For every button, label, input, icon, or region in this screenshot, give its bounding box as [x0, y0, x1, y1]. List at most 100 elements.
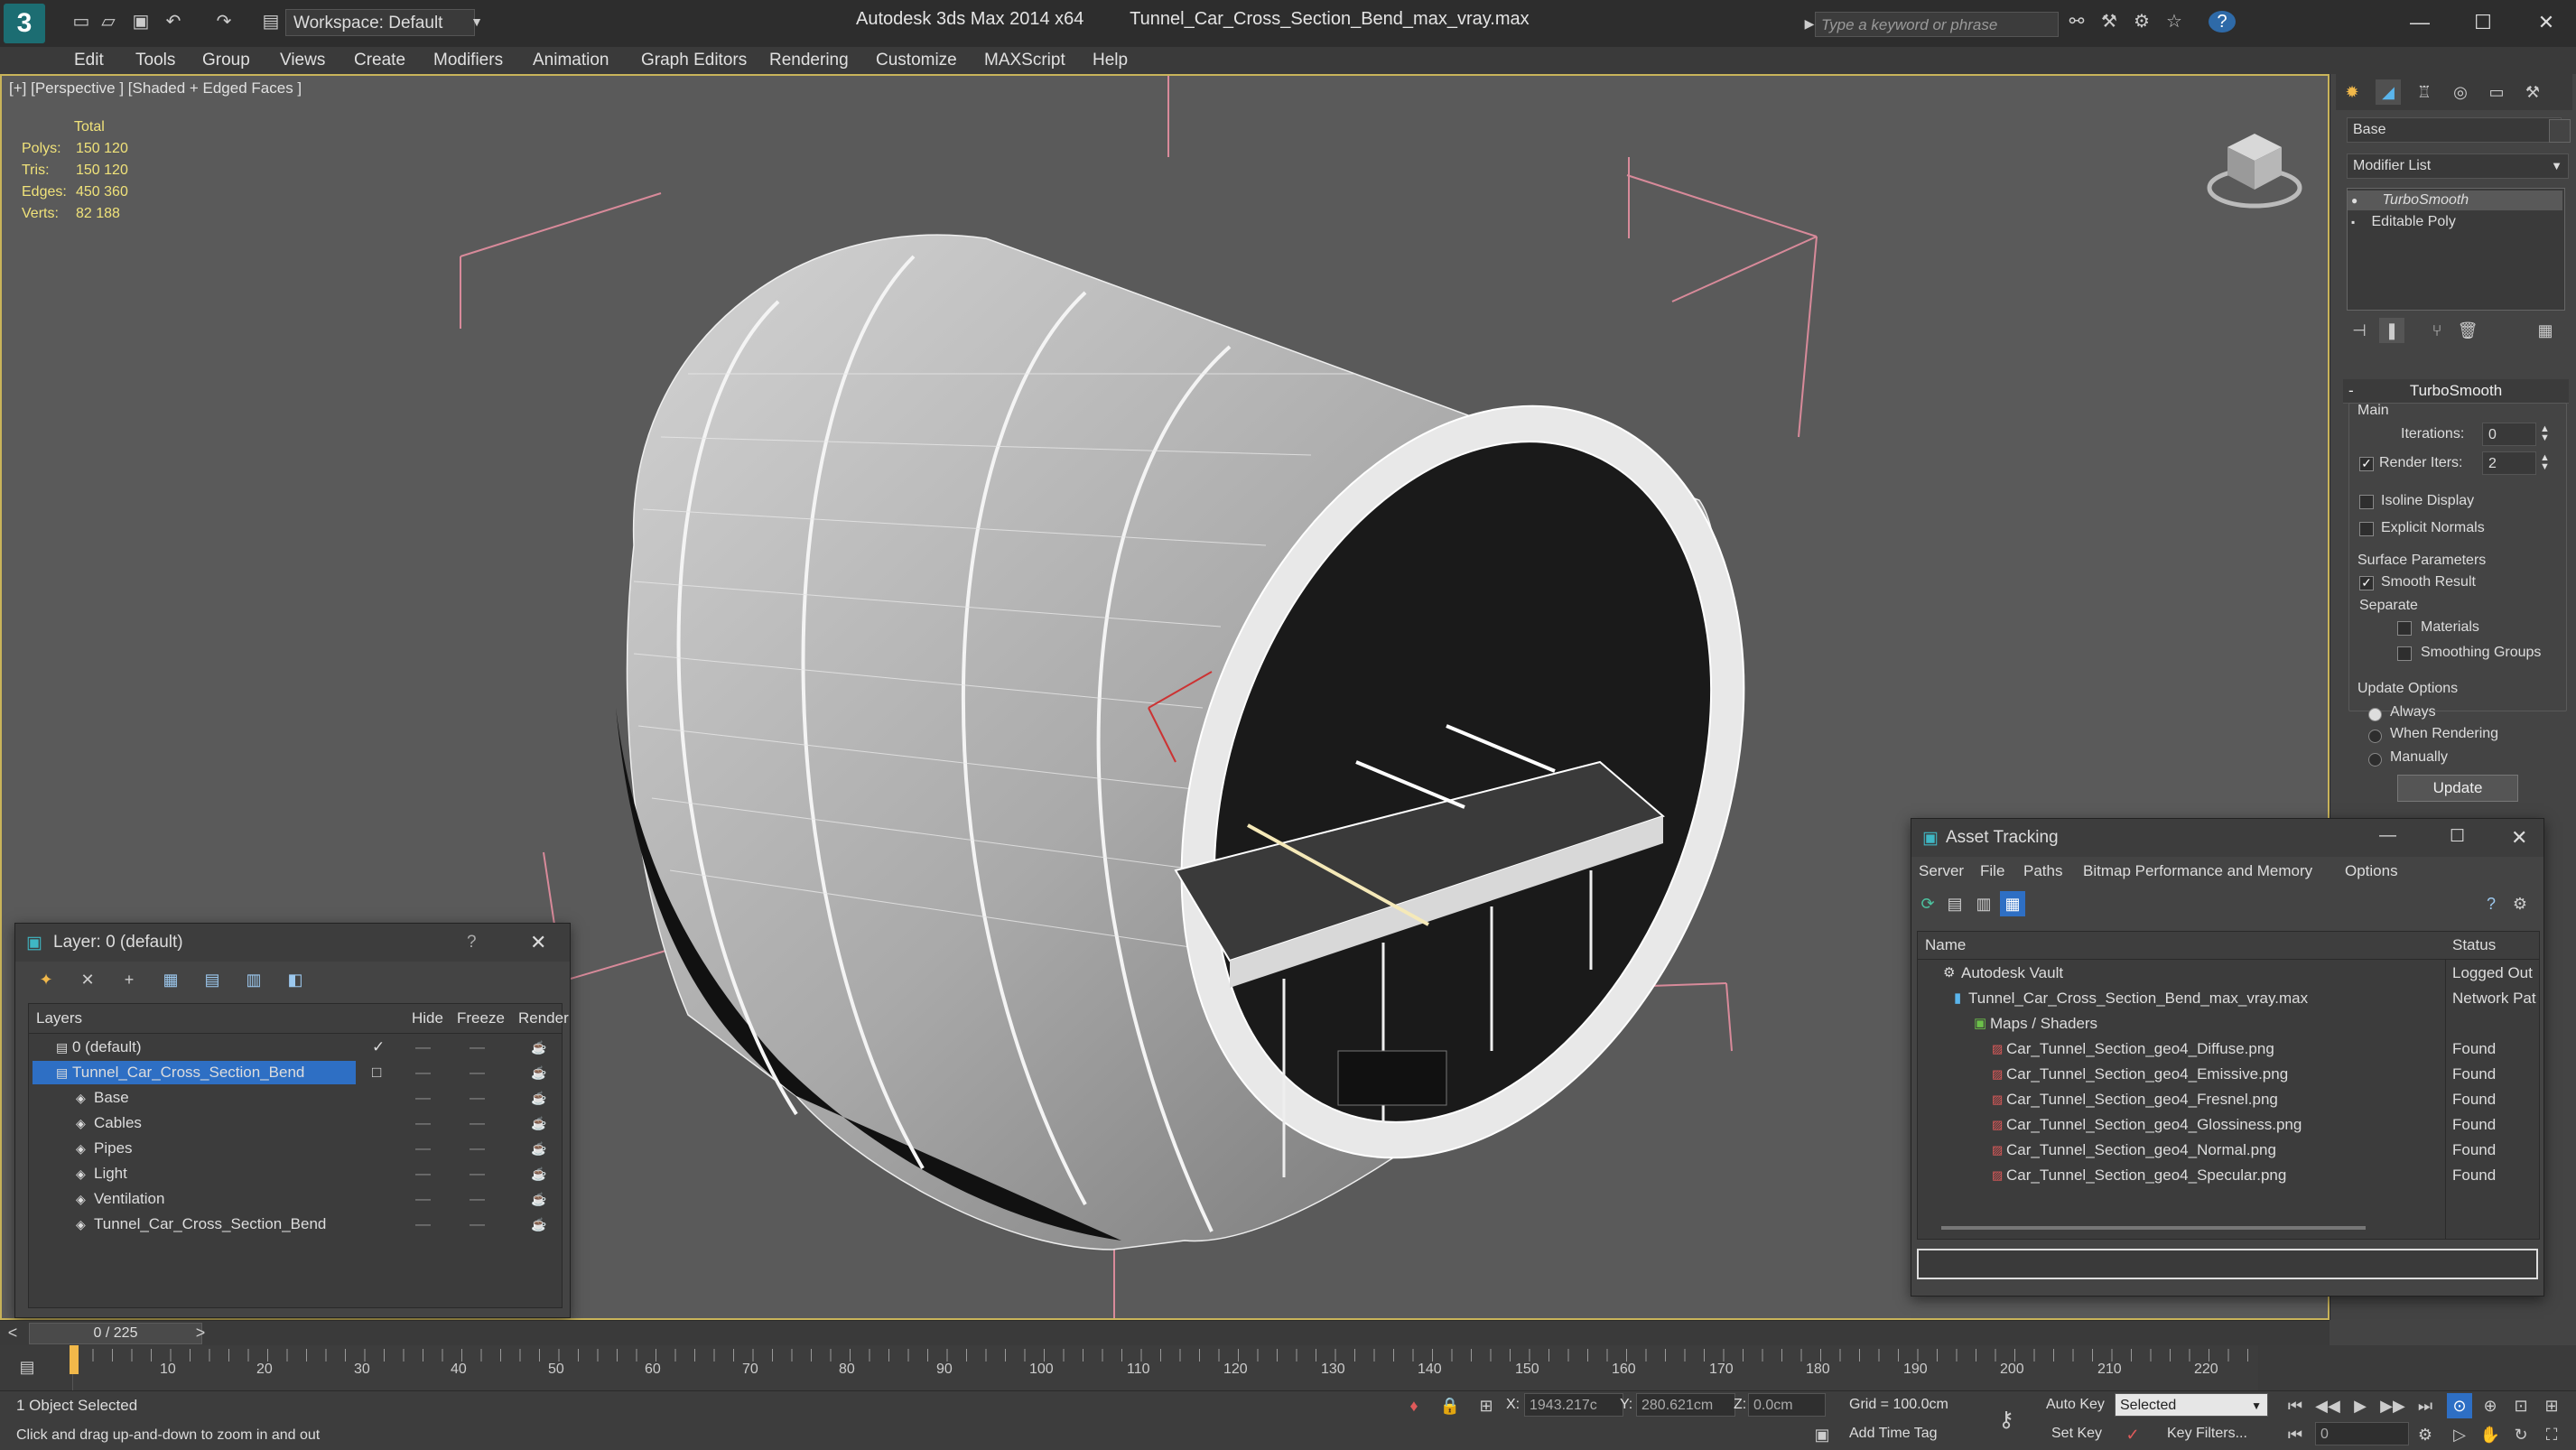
asset-row[interactable]: ▨ Car_Tunnel_Section_geo4_Normal.png Fou… [1918, 1138, 2539, 1163]
go-to-end-icon[interactable]: ⏭ [2413, 1393, 2438, 1418]
isolate-selection-icon[interactable]: ♦ [1401, 1393, 1427, 1418]
asset-row[interactable]: ▨ Car_Tunnel_Section_geo4_Fresnel.png Fo… [1918, 1087, 2539, 1112]
freeze-toggle-icon[interactable]: — [470, 1161, 485, 1186]
asset-window-titlebar[interactable]: ▣ Asset Tracking — ☐ ✕ [1911, 819, 2543, 857]
hierarchy-tab-icon[interactable]: ♖ [2412, 79, 2437, 105]
hide-toggle-icon[interactable]: — [415, 1111, 431, 1136]
hide-toggle-icon[interactable]: — [415, 1035, 431, 1060]
spinner-arrows-icon[interactable]: ▲ ▼ [2540, 424, 2550, 443]
search-input[interactable]: Type a keyword or phrase [1815, 12, 2059, 37]
freeze-toggle-icon[interactable]: — [470, 1212, 485, 1237]
freeze-toggle-icon[interactable]: — [470, 1085, 485, 1111]
favorites-star-icon[interactable]: ☆ [2163, 11, 2185, 33]
menu-help[interactable]: Help [1093, 51, 1128, 70]
hide-all-layers-icon[interactable]: ◧ [283, 967, 308, 992]
auto-key-button[interactable]: Auto Key [2046, 1397, 2105, 1413]
undo-icon[interactable]: ↶ [163, 11, 184, 33]
freeze-toggle-icon[interactable]: — [470, 1186, 485, 1212]
asset-row[interactable]: ▨ Car_Tunnel_Section_geo4_Specular.png F… [1918, 1163, 2539, 1188]
isoline-display-checkbox[interactable] [2359, 495, 2374, 509]
list-view-icon[interactable]: ▤ [1942, 891, 1967, 916]
help-icon[interactable]: ? [2478, 891, 2504, 916]
hide-toggle-icon[interactable]: — [415, 1186, 431, 1212]
horizontal-scrollbar[interactable] [1941, 1226, 2366, 1230]
orbit-icon[interactable]: ↻ [2508, 1422, 2534, 1447]
menu-animation[interactable]: Animation [533, 51, 609, 70]
track-ruler[interactable] [70, 1345, 2258, 1390]
pan-view-icon[interactable]: ✋ [2478, 1422, 2503, 1447]
update-button[interactable]: Update [2397, 775, 2518, 802]
always-radio[interactable] [2368, 708, 2382, 721]
materials-checkbox[interactable] [2397, 621, 2412, 636]
curve-editor-icon[interactable]: ▤ [14, 1354, 40, 1380]
new-file-icon[interactable]: ▭ [70, 11, 92, 33]
communication-icon[interactable]: ⚙ [2131, 11, 2153, 33]
smoothing-groups-checkbox[interactable] [2397, 646, 2412, 661]
close-icon[interactable]: ✕ [2511, 826, 2527, 850]
turbosmooth-rollout-header[interactable]: - TurboSmooth [2343, 379, 2569, 404]
add-time-tag[interactable]: Add Time Tag [1849, 1426, 1938, 1442]
play-icon[interactable]: ▶ [2348, 1393, 2373, 1418]
menu-views[interactable]: Views [280, 51, 325, 70]
column-hide[interactable]: Hide [412, 1004, 443, 1033]
absolute-mode-icon[interactable]: ⊞ [1474, 1393, 1499, 1418]
asset-menu-file[interactable]: File [1980, 862, 2004, 880]
render-teapot-icon[interactable]: ☕ [531, 1161, 546, 1186]
redo-icon[interactable]: ↷ [213, 11, 235, 33]
layer-row[interactable]: ◈ Base — — ☕ [29, 1085, 562, 1111]
x-coordinate-field[interactable]: 1943.217c [1524, 1393, 1623, 1417]
key-mode-dropdown[interactable]: Selected ▼ [2115, 1393, 2268, 1417]
stack-item-editable-poly[interactable]: ▪ Editable Poly [2348, 212, 2562, 232]
asset-menu-bitmap-performance[interactable]: Bitmap Performance and Memory [2083, 862, 2312, 880]
render-teapot-icon[interactable]: ☕ [531, 1085, 546, 1111]
layer-row[interactable]: ◈ Tunnel_Car_Cross_Section_Bend — — ☕ [29, 1212, 562, 1237]
when-rendering-radio[interactable] [2368, 730, 2382, 743]
asset-menu-paths[interactable]: Paths [2023, 862, 2062, 880]
next-key-icon[interactable]: ▶▶ [2380, 1393, 2405, 1418]
layer-window-titlebar[interactable]: ▣ Layer: 0 (default) ? ✕ [15, 924, 570, 962]
layer-row[interactable]: ◈ Light — — ☕ [29, 1161, 562, 1186]
freeze-toggle-icon[interactable]: — [470, 1111, 485, 1136]
key-mode-toggle-icon[interactable]: ⏮ [2283, 1422, 2308, 1447]
layer-row[interactable]: ▤ 0 (default) ✓ — — ☕ [29, 1035, 562, 1060]
refresh-icon[interactable]: ⟳ [1915, 891, 1940, 916]
hide-toggle-icon[interactable]: — [415, 1161, 431, 1186]
subscription-icon[interactable]: ⚒ [2098, 11, 2120, 33]
render-iters-checkbox[interactable]: ✓ [2359, 457, 2374, 471]
hide-toggle-icon[interactable]: — [415, 1060, 431, 1085]
freeze-toggle-icon[interactable]: — [470, 1035, 485, 1060]
asset-path-field[interactable] [1917, 1249, 2538, 1279]
set-key-icon[interactable]: ✓ [2120, 1422, 2145, 1447]
asset-row[interactable]: ⚙ Autodesk Vault Logged Out [1918, 961, 2539, 986]
show-end-result-icon[interactable]: ❚ [2379, 318, 2404, 343]
hide-toggle-icon[interactable]: — [415, 1085, 431, 1111]
column-name[interactable]: Name [1925, 932, 1966, 959]
object-name-field[interactable]: Base [2347, 117, 2562, 143]
set-key-label[interactable]: Set Key [2051, 1426, 2102, 1442]
render-teapot-icon[interactable]: ☕ [531, 1060, 546, 1085]
time-slider[interactable]: < 0 / 225 > [0, 1320, 2330, 1346]
y-coordinate-field[interactable]: 280.621cm [1636, 1393, 1735, 1417]
render-teapot-icon[interactable]: ☕ [531, 1111, 546, 1136]
column-layers[interactable]: Layers [36, 1004, 82, 1033]
asset-menu-server[interactable]: Server [1919, 862, 1964, 880]
close-icon[interactable]: ✕ [530, 931, 546, 954]
asset-row[interactable]: ▨ Car_Tunnel_Section_geo4_Diffuse.png Fo… [1918, 1036, 2539, 1062]
open-file-icon[interactable]: ▱ [98, 11, 119, 33]
create-layer-icon[interactable]: ✦ [33, 967, 59, 992]
workspace-dropdown[interactable]: Workspace: Default [285, 9, 475, 36]
menu-modifiers[interactable]: Modifiers [433, 51, 503, 70]
render-teapot-icon[interactable]: ☕ [531, 1186, 546, 1212]
set-current-box-icon[interactable]: □ [372, 1060, 381, 1085]
utilities-tab-icon[interactable]: ⚒ [2520, 79, 2545, 105]
minimize-button[interactable]: — [2393, 5, 2447, 40]
minimize-icon[interactable]: — [2379, 826, 2396, 846]
close-button[interactable]: ✕ [2519, 5, 2573, 40]
explicit-normals-checkbox[interactable] [2359, 522, 2374, 536]
menu-customize[interactable]: Customize [876, 51, 957, 70]
zoom-icon[interactable]: ⊙ [2447, 1393, 2472, 1418]
time-slider-thumb[interactable]: 0 / 225 [29, 1323, 202, 1344]
layer-row[interactable]: ◈ Ventilation — — ☕ [29, 1186, 562, 1212]
expand-plus-icon[interactable]: ▪ [2351, 212, 2362, 232]
iterations-spinner[interactable]: 0 [2482, 423, 2536, 446]
